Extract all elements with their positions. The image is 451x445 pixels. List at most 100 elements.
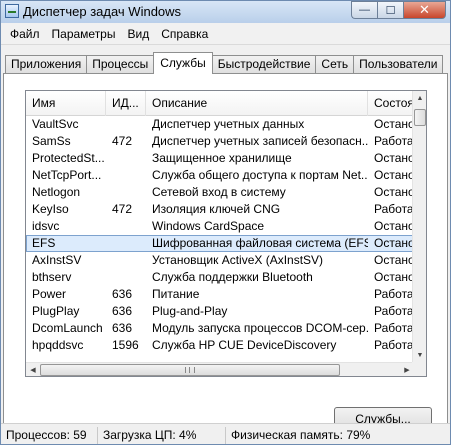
service-name: ProtectedSt... (32, 151, 105, 165)
service-description: Plug-and-Play (152, 304, 228, 318)
service-description: Питание (152, 287, 200, 301)
horizontal-scrollbar[interactable]: ◀ ▶ (26, 362, 414, 376)
service-status: Остано (374, 253, 414, 267)
service-status: Остано (374, 270, 414, 284)
tab-users[interactable]: Пользователи (353, 55, 444, 74)
tab-processes[interactable]: Процессы (86, 55, 155, 74)
service-pid (106, 167, 146, 184)
service-pid (106, 252, 146, 269)
service-pid: 472 (112, 202, 133, 216)
title-bar[interactable]: Диспетчер задач Windows — ☐ ✕ (1, 1, 450, 23)
table-row[interactable]: EFS Шифрованная файловая система (EFS) Ост… (26, 235, 414, 252)
table-row[interactable]: AxInstSV Установщик ActiveX (AxInstSV) Ост… (26, 252, 414, 269)
service-description: Служба HP CUE DeviceDiscovery (152, 338, 337, 352)
menu-bar: Файл Параметры Вид Справка (1, 23, 450, 45)
table-row[interactable]: KeyIso 472 Изоляция ключей CNG Работае (26, 201, 414, 218)
vertical-scroll-thumb[interactable] (414, 109, 426, 126)
minimize-icon: — (359, 4, 370, 16)
table-row[interactable]: hpqddsvc 1596 Служба HP CUE DeviceDiscover… (26, 337, 414, 354)
service-description: Защищенное хранилище (152, 151, 292, 165)
service-description: Диспетчер учетных записей безопасн... (152, 134, 368, 148)
service-status: Остано (374, 117, 414, 131)
service-status: Остано (374, 219, 414, 233)
service-description: Служба общего доступа к портам Net... (152, 168, 368, 182)
service-name: KeyIso (32, 202, 69, 216)
table-row[interactable]: idsvc Windows CardSpace Остано (26, 218, 414, 235)
task-manager-window: Диспетчер задач Windows — ☐ ✕ Файл Парам… (0, 0, 451, 445)
service-pid: 636 (112, 304, 133, 318)
table-row[interactable]: bthserv Служба поддержки Bluetooth Остано (26, 269, 414, 286)
menu-help[interactable]: Справка (155, 24, 214, 44)
service-pid (106, 116, 146, 133)
service-status: Остано (374, 236, 414, 250)
service-description: Диспетчер учетных данных (152, 117, 305, 131)
column-header-pid[interactable]: ИД... (106, 91, 146, 116)
column-header-name[interactable]: Имя (26, 91, 106, 116)
scroll-up-icon[interactable]: ▲ (413, 91, 426, 105)
service-status: Работае (374, 321, 414, 335)
tab-applications[interactable]: Приложения (5, 55, 88, 74)
service-name: AxInstSV (32, 253, 82, 267)
task-manager-icon (5, 4, 19, 18)
column-header-status[interactable]: Состоя (368, 91, 414, 116)
caption-buttons: — ☐ ✕ (351, 1, 446, 20)
status-processes: Процессов: 59 (1, 426, 98, 444)
vertical-scrollbar[interactable]: ▲ ▼ (412, 91, 426, 362)
service-name: VaultSvc (32, 117, 79, 131)
service-status: Остано (374, 168, 414, 182)
services-list[interactable]: Имя ИД... Описание Состоя VaultSvc Диспет… (25, 90, 427, 377)
column-header-description[interactable]: Описание (146, 91, 368, 116)
close-icon: ✕ (419, 2, 430, 17)
list-header: Имя ИД... Описание Состоя (26, 91, 414, 116)
table-row[interactable]: NetTcpPort... Служба общего доступа к пор… (26, 167, 414, 184)
tab-networking[interactable]: Сеть (315, 55, 355, 74)
tab-strip: Приложения Процессы Службы Быстродействи… (5, 52, 444, 74)
service-name: EFS (32, 236, 56, 250)
service-status: Работае (374, 202, 414, 216)
service-pid: 636 (112, 287, 133, 301)
table-row[interactable]: DcomLaunch 636 Модуль запуска процессов DC… (26, 320, 414, 337)
tab-performance[interactable]: Быстродействие (211, 55, 317, 74)
status-cpu: Загрузка ЦП: 4% (98, 426, 226, 444)
service-name: DcomLaunch (32, 321, 103, 335)
service-pid (106, 184, 146, 201)
table-row[interactable]: ProtectedSt... Защищенное хранилище Остано (26, 150, 414, 167)
scrollbar-corner (412, 362, 426, 376)
service-description: Изоляция ключей CNG (152, 202, 281, 216)
table-row[interactable]: Power 636 Питание Работае (26, 286, 414, 303)
service-pid: 472 (112, 134, 133, 148)
table-row[interactable]: PlugPlay 636 Plug-and-Play Работае (26, 303, 414, 320)
service-description: Служба поддержки Bluetooth (152, 270, 313, 284)
service-status: Остано (374, 151, 414, 165)
service-description: Модуль запуска процессов DCOM-сер... (152, 321, 368, 335)
service-description: Шифрованная файловая система (EFS) (152, 236, 368, 250)
service-description: Сетевой вход в систему (152, 185, 286, 199)
table-row[interactable]: Netlogon Сетевой вход в систему Остано (26, 184, 414, 201)
menu-file[interactable]: Файл (4, 24, 46, 44)
horizontal-scroll-thumb[interactable] (40, 364, 340, 376)
service-name: NetTcpPort... (32, 168, 102, 182)
service-status: Работае (374, 304, 414, 318)
tab-services[interactable]: Службы (153, 52, 213, 74)
table-row[interactable]: SamSs 472 Диспетчер учетных записей безопа… (26, 133, 414, 150)
menu-view[interactable]: Вид (121, 24, 155, 44)
maximize-button[interactable]: ☐ (377, 1, 403, 19)
service-name: Netlogon (32, 185, 81, 199)
window-title: Диспетчер задач Windows (23, 4, 182, 19)
close-button[interactable]: ✕ (403, 1, 446, 19)
services-panel: Имя ИД... Описание Состоя VaultSvc Диспет… (3, 73, 448, 437)
minimize-button[interactable]: — (351, 1, 377, 19)
service-status: Работае (374, 338, 414, 352)
status-bar: Процессов: 59 Загрузка ЦП: 4% Физическая… (1, 423, 450, 444)
service-status: Работае (374, 287, 414, 301)
table-row[interactable]: VaultSvc Диспетчер учетных данных Остано (26, 116, 414, 133)
service-name: idsvc (32, 219, 60, 233)
scroll-left-icon[interactable]: ◀ (26, 363, 40, 376)
service-description: Установщик ActiveX (AxInstSV) (152, 253, 324, 267)
service-name: SamSs (32, 134, 71, 148)
status-memory: Физическая память: 79% (231, 427, 371, 442)
list-rows: VaultSvc Диспетчер учетных данных Остано Sa… (26, 116, 414, 354)
menu-options[interactable]: Параметры (46, 24, 122, 44)
service-pid: 1596 (112, 338, 139, 352)
scroll-down-icon[interactable]: ▼ (413, 348, 426, 362)
